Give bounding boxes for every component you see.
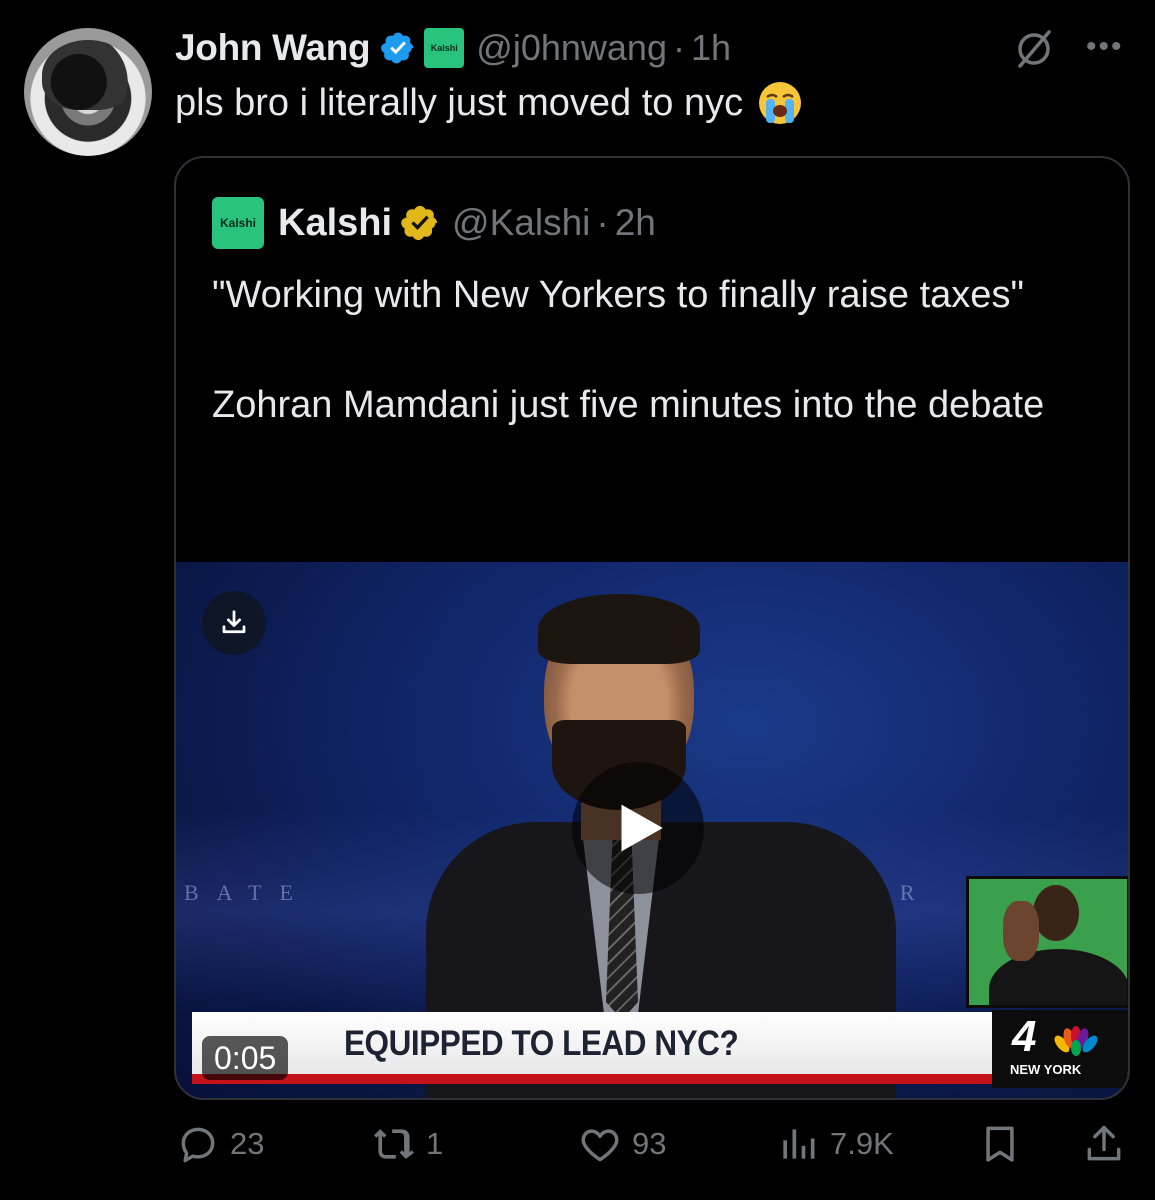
backdrop-text-left: BATE — [184, 880, 311, 905]
quoted-tweet[interactable]: Kalshi Kalshi @Kalshi · 2h "Working with… — [174, 156, 1130, 1100]
like-button[interactable]: 93 — [578, 1122, 666, 1166]
speaker-hair — [538, 594, 700, 664]
station-number: 4 — [1012, 1012, 1037, 1061]
crying-emoji — [759, 82, 802, 124]
share-icon — [1087, 1125, 1121, 1161]
quoted-tweet-time[interactable]: 2h — [615, 202, 656, 244]
avatar-hair — [42, 40, 134, 110]
tweet-text: pls bro i literally just moved to nyc — [175, 81, 744, 124]
quoted-author-handle[interactable]: @Kalshi — [452, 202, 590, 244]
sign-language-inset — [966, 876, 1128, 1008]
separator-dot: · — [672, 27, 685, 68]
like-icon — [581, 1129, 619, 1162]
bookmark-button[interactable] — [978, 1122, 1022, 1166]
bookmark-icon — [986, 1126, 1014, 1162]
share-button[interactable] — [1082, 1122, 1126, 1166]
quoted-paragraph-2: Zohran Mamdani just five minutes into th… — [212, 384, 1045, 426]
verified-icon — [381, 32, 414, 64]
action-bar: 23 1 93 7.9K — [0, 1112, 1155, 1178]
quoted-author-name[interactable]: Kalshi — [278, 202, 392, 245]
like-count: 93 — [632, 1126, 667, 1161]
tweet-header: John Wang Kalshi @j0hnwang · 1h — [175, 24, 731, 72]
quoted-tweet-text: "Working with New Yorkers to finally rai… — [212, 268, 1092, 433]
repost-icon — [374, 1129, 414, 1159]
more-icon[interactable]: ••• — [1086, 32, 1124, 62]
quoted-separator-dot: · — [596, 202, 609, 243]
reply-button[interactable]: 23 — [176, 1122, 264, 1166]
reply-count: 23 — [230, 1126, 265, 1161]
reply-icon — [181, 1127, 215, 1163]
peacock-icon — [1054, 1026, 1098, 1056]
chyron-red-bar — [192, 1074, 1128, 1084]
quoted-paragraph-1: "Working with New Yorkers to finally rai… — [212, 274, 1024, 316]
tweet-time[interactable]: 1h — [691, 27, 731, 69]
play-button[interactable] — [572, 762, 704, 894]
affiliate-badge-text: Kalshi — [430, 43, 458, 53]
grok-icon[interactable] — [1013, 28, 1055, 70]
repost-count: 1 — [426, 1126, 444, 1161]
views-button[interactable]: 7.9K — [776, 1122, 894, 1166]
affiliate-badge[interactable]: Kalshi — [424, 28, 465, 68]
author-handle[interactable]: @j0hnwang — [476, 27, 667, 69]
play-icon — [621, 804, 663, 852]
download-button[interactable] — [202, 591, 266, 655]
repost-button[interactable]: 1 — [372, 1122, 443, 1166]
interpreter-head — [1033, 885, 1079, 941]
views-count: 7.9K — [830, 1126, 894, 1161]
station-city: NEW YORK — [1010, 1062, 1082, 1077]
video-duration: 0:05 — [202, 1036, 289, 1080]
quoted-avatar-text: Kalshi — [219, 216, 256, 230]
views-icon — [783, 1129, 815, 1159]
quoted-author-avatar[interactable]: Kalshi — [212, 197, 264, 249]
chyron-headline: EQUIPPED TO LEAD NYC? — [344, 1024, 739, 1063]
verified-gold-icon — [401, 205, 438, 241]
quoted-tweet-header: Kalshi Kalshi @Kalshi · 2h — [212, 197, 656, 249]
download-icon — [222, 610, 246, 634]
tweet-text-row: pls bro i literally just moved to nyc — [175, 80, 803, 126]
interpreter-hand — [1003, 901, 1039, 961]
author-name[interactable]: John Wang — [175, 27, 371, 69]
author-avatar[interactable] — [24, 28, 152, 156]
video-player[interactable]: BATE OR EQUIPPED TO LEAD NYC? 4 NEW YORK… — [176, 562, 1128, 1098]
